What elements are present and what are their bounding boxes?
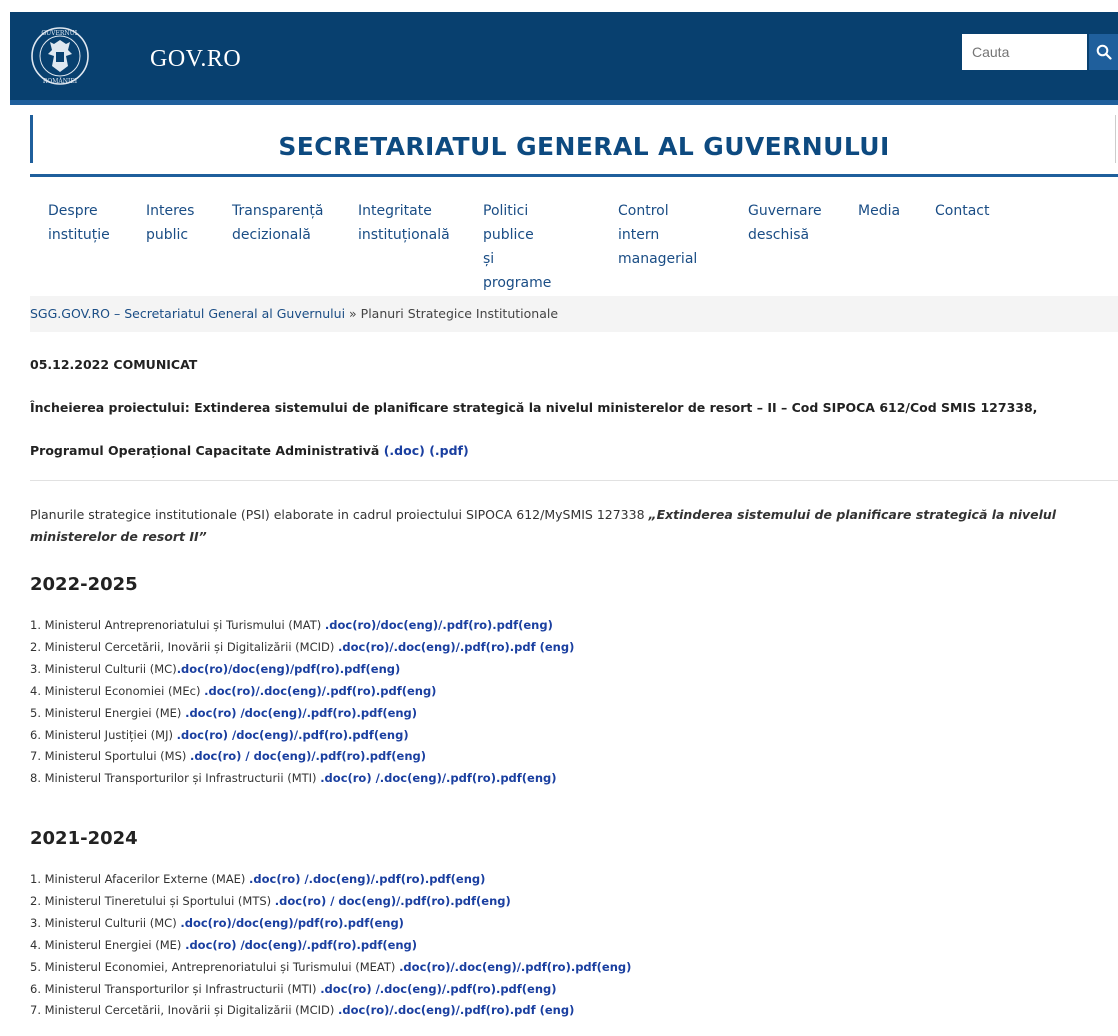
plan-item-links[interactable]: .doc(ro) / doc(eng)/.pdf(ro).pdf(eng) <box>190 749 426 763</box>
section-heading-2022-2025: 2022-2025 <box>30 574 138 595</box>
plan-item: 1. Ministerul Antreprenoriatului și Turi… <box>30 618 553 632</box>
plan-item: 6. Ministerul Justiției (MJ) .doc(ro) /d… <box>30 727 409 742</box>
plan-item: 5. Ministerul Economiei, Antreprenoriatu… <box>30 959 632 974</box>
plan-item: 5. Ministerul Energiei (ME) .doc(ro) /do… <box>30 705 418 720</box>
announcement-pdf-link[interactable]: (.pdf) <box>429 443 469 458</box>
content-divider <box>30 480 1118 481</box>
plan-item-links[interactable]: .doc(ro) /doc(eng)/.pdf(ro).pdf(eng) <box>185 938 417 952</box>
plan-item: 7. Ministerul Sportului (MS) .doc(ro) / … <box>30 749 427 764</box>
plan-item-links[interactable]: .doc(ro) /.doc(eng)/.pdf(ro).pdf(eng) <box>320 982 556 996</box>
announcement-title: Încheierea proiectului: Extinderea siste… <box>30 400 1038 415</box>
search-button[interactable] <box>1089 34 1118 70</box>
institution-rule <box>30 174 1118 177</box>
announcement-program: Programul Operațional Capacitate Adminis… <box>30 443 469 458</box>
breadcrumb-current: Planuri Strategice Institutionale <box>360 306 559 321</box>
plan-item: 6. Ministerul Transporturilor și Infrast… <box>30 981 557 996</box>
nav-interes-public[interactable]: Interes public <box>146 199 194 247</box>
top-strip <box>0 0 1118 12</box>
crest-text-top: GUVERNUL <box>41 30 78 37</box>
plan-item-links[interactable]: .doc(ro) /.doc(eng)/.pdf(ro).pdf(eng) <box>249 872 485 886</box>
nav-control-intern[interactable]: Control intern managerial <box>618 199 697 271</box>
coat-of-arms-icon[interactable]: GUVERNUL ROMÂNIEI <box>30 26 90 86</box>
plan-item-links[interactable]: .doc(ro)/doc(eng)/pdf(ro).pdf(eng) <box>180 916 404 930</box>
nav-media[interactable]: Media <box>858 199 900 223</box>
plan-list-2021-2024: 1. Ministerul Afacerilor Externe (MAE) .… <box>30 869 631 1022</box>
plan-item: 3. Ministerul Culturii (MC) .doc(ro)/doc… <box>30 915 404 930</box>
plan-item-links[interactable]: .doc(ro)/doc(eng)/.pdf(ro).pdf(eng) <box>325 618 553 632</box>
plan-item-links[interactable]: .doc(ro) /doc(eng)/.pdf(ro).pdf(eng) <box>177 728 409 742</box>
site-title[interactable]: GOV.RO <box>150 46 241 73</box>
header-accent-line <box>10 100 1118 105</box>
breadcrumb-separator: » <box>345 306 361 321</box>
announcement-date: 05.12.2022 COMUNICAT <box>30 357 198 372</box>
plan-item-links[interactable]: .doc(ro)/.doc(eng)/.pdf(ro).pdf (eng) <box>338 1003 574 1017</box>
nav-politici-publice[interactable]: Politici publice și programe <box>483 199 551 295</box>
plan-item-links[interactable]: .doc(ro)/doc(eng)/pdf(ro).pdf(eng) <box>177 662 401 676</box>
plan-item: 8. Ministerul Transporturilor și Infrast… <box>30 771 557 786</box>
plan-item: 1. Ministerul Afacerilor Externe (MAE) .… <box>30 872 486 886</box>
breadcrumb: SGG.GOV.RO – Secretariatul General al Gu… <box>30 296 1118 332</box>
nav-integritate[interactable]: Integritate instituțională <box>358 199 450 247</box>
crest-text-bottom: ROMÂNIEI <box>43 78 78 85</box>
program-text: Programul Operațional Capacitate Adminis… <box>30 443 384 458</box>
nav-guvernare-deschisa[interactable]: Guvernare deschisă <box>748 199 822 247</box>
intro-paragraph: Planurile strategice institutionale (PSI… <box>30 504 1118 548</box>
nav-transparenta[interactable]: Transparență decizională <box>232 199 323 247</box>
plan-item-links[interactable]: .doc(ro)/.doc(eng)/.pdf(ro).pdf (eng) <box>338 640 574 654</box>
plan-item-links[interactable]: .doc(ro) / doc(eng)/.pdf(ro).pdf(eng) <box>275 894 511 908</box>
plan-item: 4. Ministerul Energiei (ME) .doc(ro) /do… <box>30 937 418 952</box>
section-heading-2021-2024: 2021-2024 <box>30 828 138 849</box>
plan-item-links[interactable]: .doc(ro)/.doc(eng)/.pdf(ro).pdf(eng) <box>399 960 631 974</box>
nav-despre-institutie[interactable]: Despre instituție <box>48 199 110 247</box>
plan-item-links[interactable]: .doc(ro) /doc(eng)/.pdf(ro).pdf(eng) <box>185 706 417 720</box>
plan-list-2022-2025: 1. Ministerul Antreprenoriatului și Turi… <box>30 615 574 790</box>
breadcrumb-home[interactable]: SGG.GOV.RO – Secretariatul General al Gu… <box>30 306 345 321</box>
intro-text: Planurile strategice institutionale (PSI… <box>30 507 649 522</box>
plan-item: 4. Ministerul Economiei (MEc) .doc(ro)/.… <box>30 683 437 698</box>
gov-header: GUVERNUL ROMÂNIEI GOV.RO <box>10 12 1118 105</box>
plan-item: 7. Ministerul Cercetării, Inovării și Di… <box>30 1003 575 1018</box>
plan-item: 3. Ministerul Culturii (MC).doc(ro)/doc(… <box>30 661 401 676</box>
search-icon <box>1096 44 1112 60</box>
plan-item-links[interactable]: .doc(ro) /.doc(eng)/.pdf(ro).pdf(eng) <box>320 771 556 785</box>
plan-item-links[interactable]: .doc(ro)/.doc(eng)/.pdf(ro).pdf(eng) <box>204 684 436 698</box>
nav-contact[interactable]: Contact <box>935 199 989 223</box>
plan-item: 2. Ministerul Tineretului și Sportului (… <box>30 893 511 908</box>
institution-title[interactable]: SECRETARIATUL GENERAL AL GUVERNULUI <box>0 132 1118 161</box>
search-input[interactable] <box>962 34 1087 70</box>
announcement-doc-link[interactable]: (.doc) <box>384 443 425 458</box>
plan-item: 2. Ministerul Cercetării, Inovării și Di… <box>30 639 575 654</box>
